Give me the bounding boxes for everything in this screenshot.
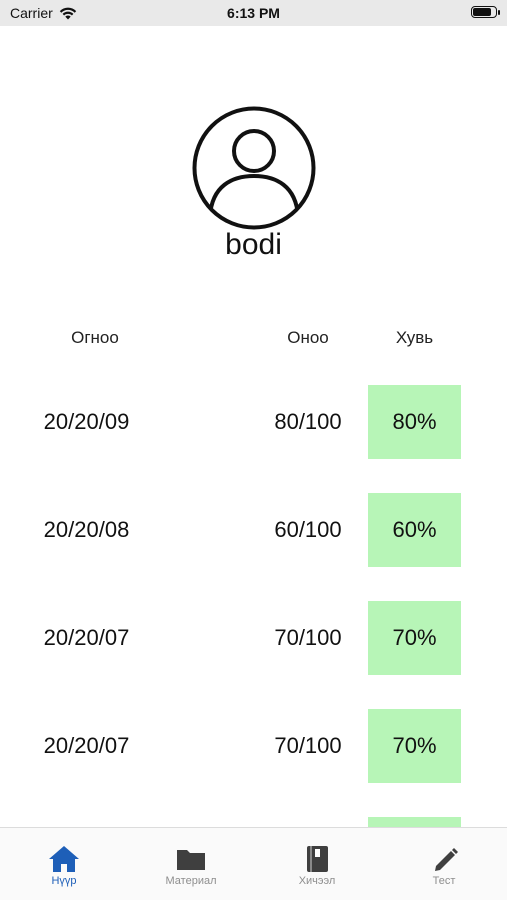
table-row: 20/20/08 60/100 60% (0, 493, 507, 567)
folder-icon (177, 850, 205, 870)
battery-fill (473, 8, 491, 16)
tab-material-label: Материал (165, 875, 217, 887)
table-row: 20/20/07 70/100 70% (0, 709, 507, 783)
row-date: 20/20/09 (43, 409, 130, 434)
username: bodi (225, 228, 282, 261)
row-percent: 80% (368, 385, 461, 459)
row-date: 20/20/07 (43, 733, 130, 758)
row-percent: 70% (368, 709, 461, 783)
tab-lesson[interactable]: Хичээл (254, 828, 380, 901)
table-row: 20/20/07 70/100 70% (0, 601, 507, 675)
home-icon (49, 846, 79, 872)
row-score: 60/100 (274, 517, 342, 542)
table-row: 20/20/09 80/100 80% (0, 385, 507, 459)
tab-lesson-label: Хичээл (298, 875, 336, 887)
row-score: 80/100 (274, 409, 342, 434)
pencil-icon (435, 848, 458, 871)
row-date: 20/20/07 (43, 625, 130, 650)
header-date: Огноо (71, 328, 119, 347)
battery-icon (471, 6, 500, 18)
row-score: 70/100 (274, 733, 342, 758)
book-icon (307, 846, 328, 872)
user-circle-icon (192, 106, 316, 230)
row-date: 20/20/08 (43, 517, 130, 542)
status-bar: Carrier 6:13 PM (0, 0, 507, 26)
row-score: 70/100 (274, 625, 342, 650)
row-percent: 60% (368, 493, 461, 567)
tab-test-label: Тест (432, 875, 456, 887)
tab-bar: Нүүр Материал Хичээл Тест (0, 827, 507, 900)
status-time: 6:13 PM (227, 5, 280, 21)
tab-home[interactable]: Нүүр (1, 828, 127, 901)
tab-material[interactable]: Материал (128, 828, 254, 901)
tab-test[interactable]: Тест (381, 828, 507, 901)
header-percent: Хувь (395, 328, 434, 347)
row-percent: 70% (368, 601, 461, 675)
header-score: Оноо (287, 328, 329, 347)
tab-home-label: Нүүр (51, 875, 77, 887)
